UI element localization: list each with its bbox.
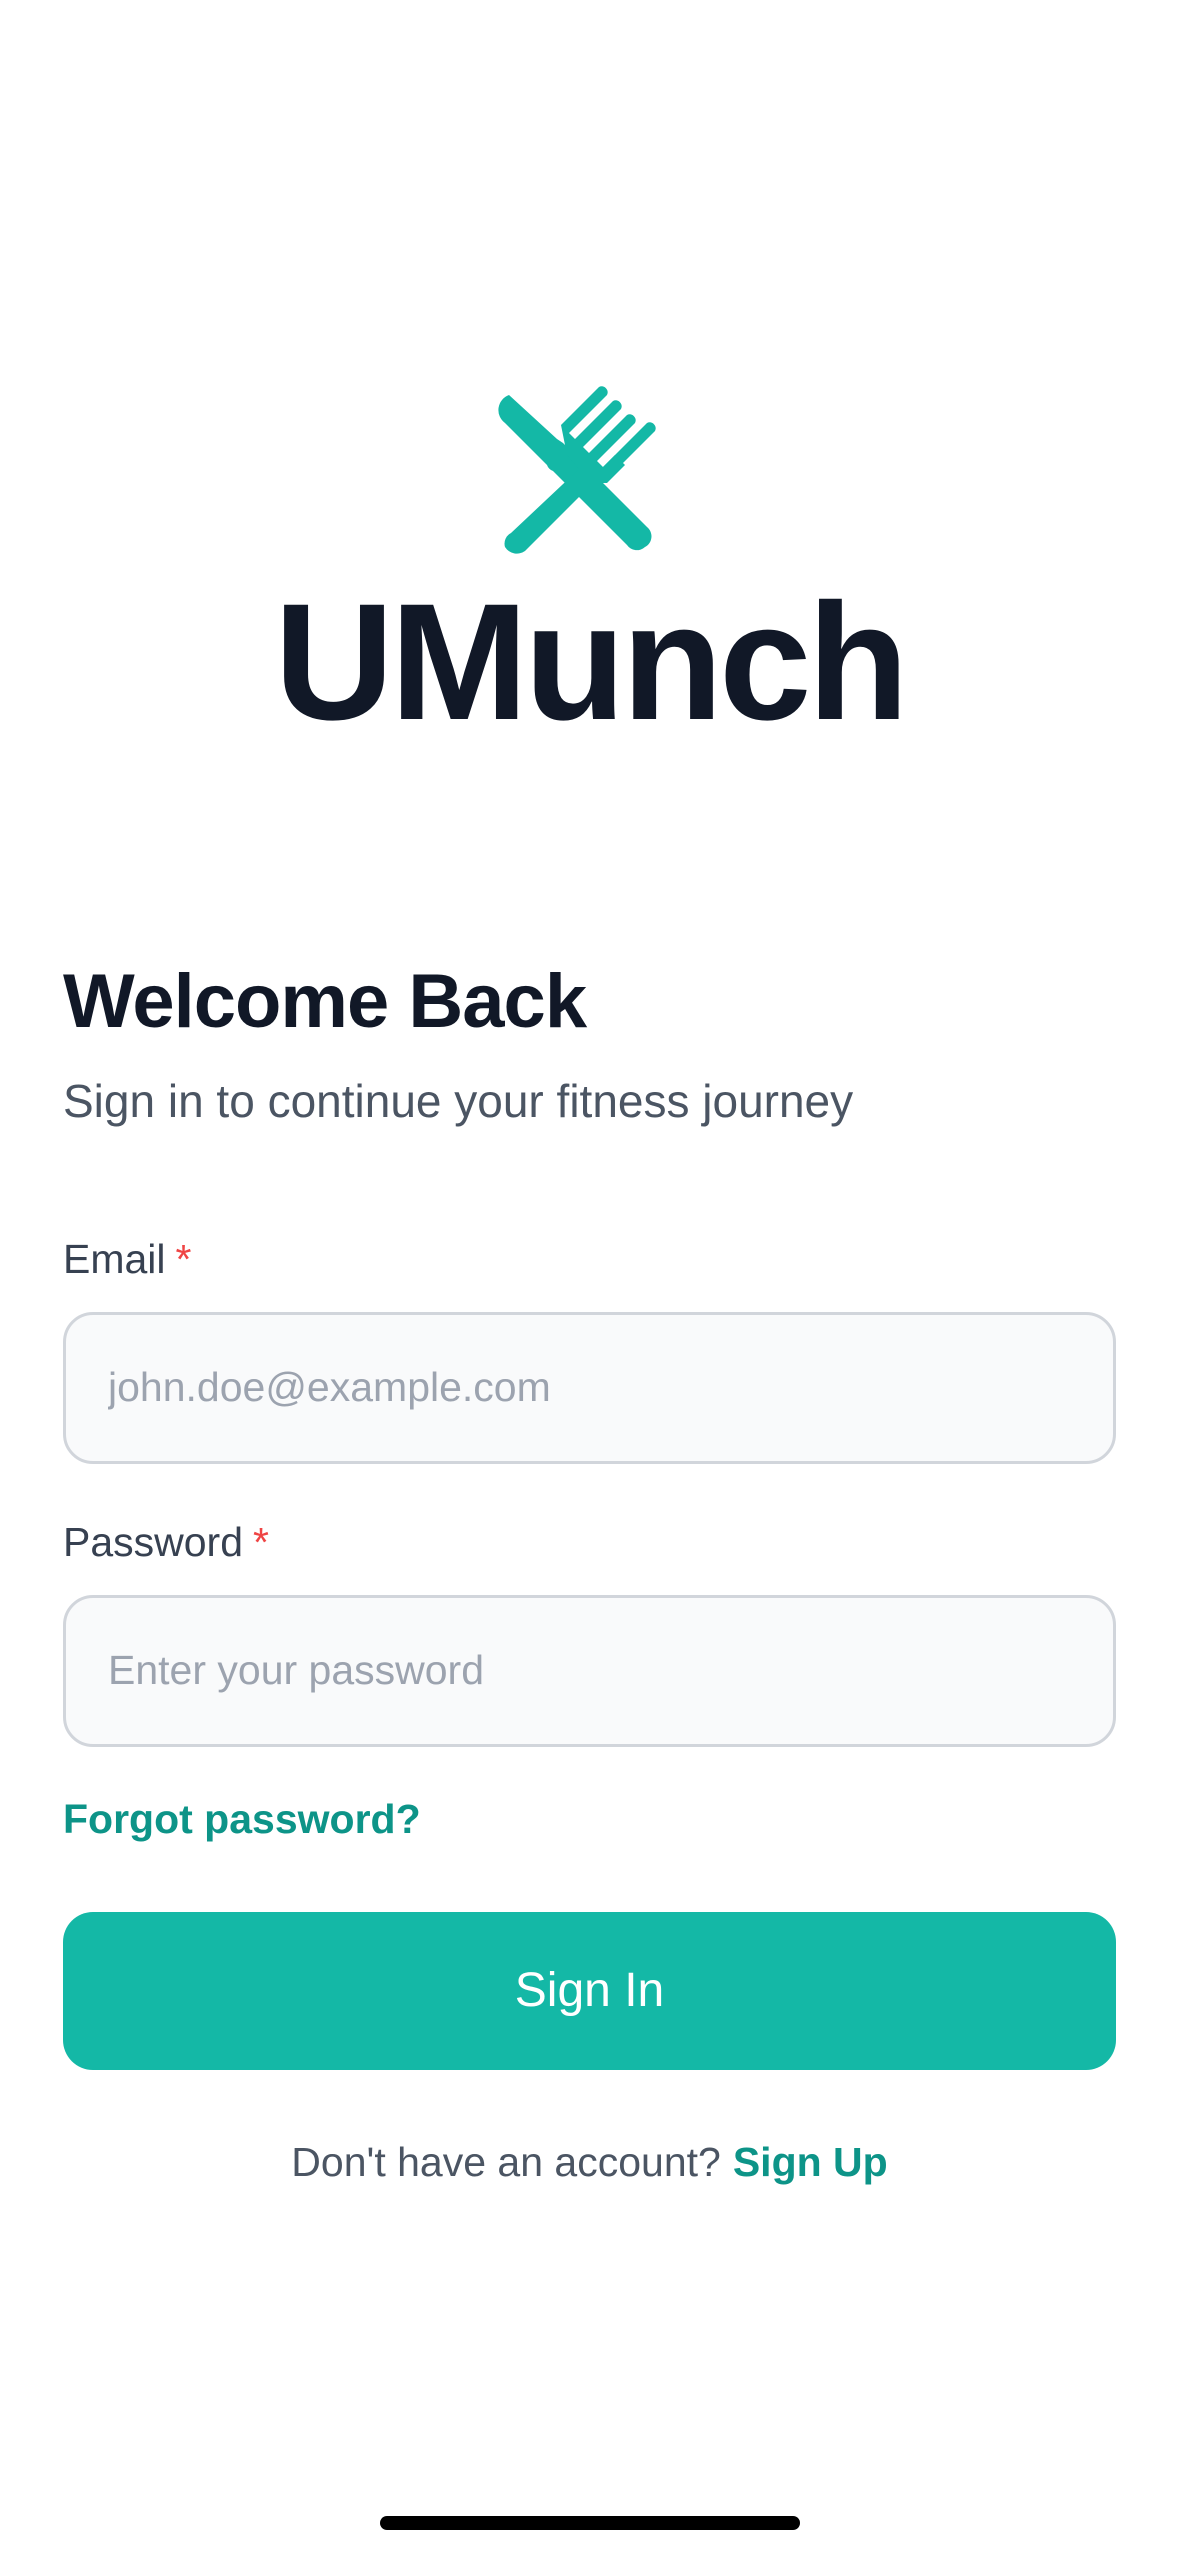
page-subtitle: Sign in to continue your fitness journey	[63, 1074, 854, 1127]
page-title: Welcome Back	[63, 959, 587, 1044]
sign-in-button[interactable]: Sign In	[63, 1911, 1116, 2070]
app-logo: UMunch	[0, 385, 1179, 746]
forgot-password-link[interactable]: Forgot password?	[63, 1798, 421, 1840]
home-indicator[interactable]	[380, 2516, 800, 2530]
email-label-text: Email	[63, 1235, 166, 1282]
email-field[interactable]	[63, 1311, 1116, 1464]
password-label: Password *	[63, 1518, 1116, 1565]
email-required-marker: *	[175, 1235, 192, 1282]
app-name: UMunch	[274, 570, 909, 755]
login-form: Welcome Back Sign in to continue your fi…	[63, 960, 1116, 2183]
password-field[interactable]	[63, 1594, 1116, 1747]
login-screen: UMunch Welcome Back Sign in to continue …	[0, 0, 1179, 2556]
signup-prompt: Don't have an account? Sign Up	[63, 2138, 1116, 2185]
password-required-marker: *	[253, 1518, 269, 1565]
password-label-text: Password	[63, 1518, 244, 1565]
signup-prompt-text: Don't have an account?	[291, 2138, 721, 2185]
sign-up-link[interactable]: Sign Up	[733, 2139, 888, 2185]
fork-knife-icon	[497, 386, 656, 554]
email-label: Email *	[63, 1235, 1116, 1282]
